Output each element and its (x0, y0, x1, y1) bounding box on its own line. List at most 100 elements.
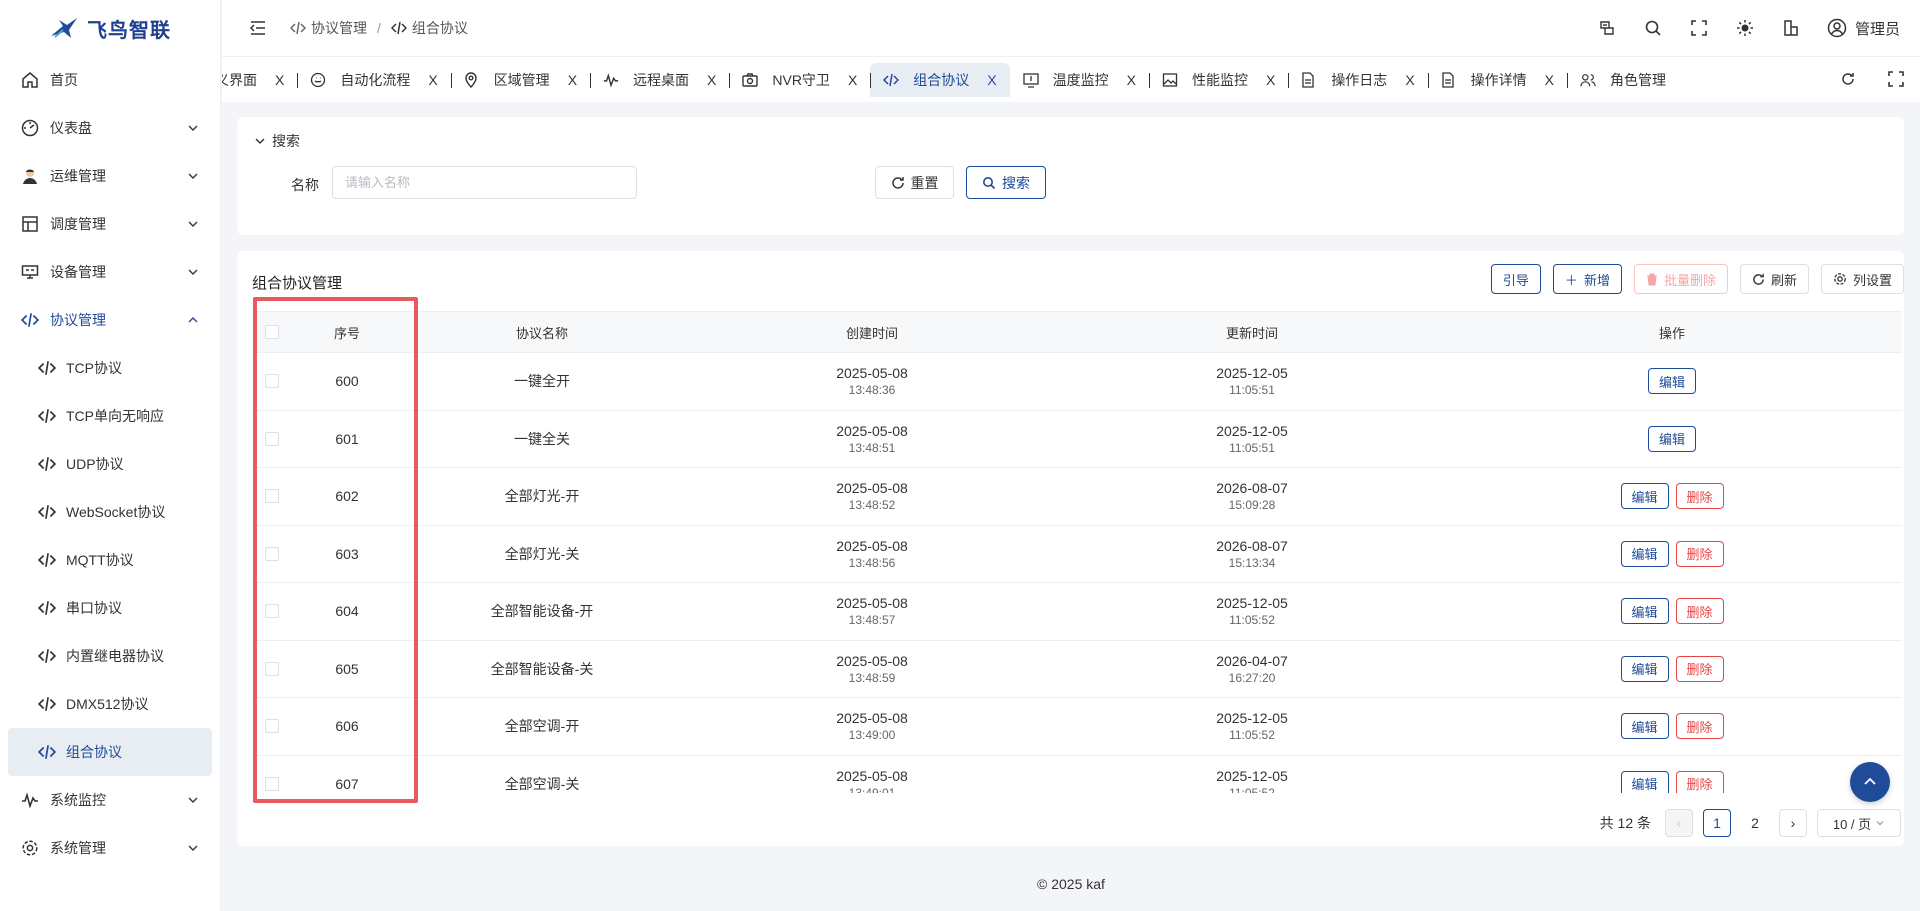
edit-button[interactable]: 编辑 (1620, 540, 1669, 567)
reset-button[interactable]: 重置 (875, 166, 954, 199)
delete-button[interactable]: 删除 (1675, 713, 1724, 740)
updated-cell: 2026-04-07 16:27:20 (1062, 652, 1442, 686)
add-button[interactable]: ＋ 新增 (1552, 264, 1622, 294)
tab-6[interactable]: 组合协议 X (870, 63, 1010, 97)
collapse-sidebar-icon[interactable] (248, 18, 268, 38)
search-button[interactable]: 搜索 (966, 166, 1046, 199)
row-checkbox[interactable] (265, 661, 279, 676)
page-2-button[interactable]: 2 (1741, 809, 1769, 837)
search-panel: 搜索 名称 重置 搜索 (237, 117, 1904, 235)
edit-button[interactable]: 编辑 (1620, 598, 1669, 625)
tab-close-icon[interactable]: X (1127, 72, 1136, 88)
row-checkbox[interactable] (265, 604, 279, 619)
sidebar-subitem-7[interactable]: 内置继电器协议 (8, 632, 212, 680)
app-logo[interactable]: 飞鸟智联 (0, 0, 220, 56)
user-menu[interactable]: 管理员 (1827, 18, 1900, 39)
tab-8[interactable]: 性能监控 X (1148, 63, 1288, 97)
search-icon[interactable] (1643, 18, 1663, 38)
column-settings-button[interactable]: 列设置 (1820, 264, 1904, 294)
page-size-value: 10 / 页 (1832, 816, 1872, 832)
batch-delete-button[interactable]: 批量删除 (1633, 264, 1728, 294)
refresh-tab-icon[interactable] (1840, 71, 1856, 90)
row-checkbox[interactable] (265, 431, 279, 446)
delete-button[interactable]: 删除 (1675, 770, 1724, 793)
sidebar-item-label: 调度管理 (50, 216, 106, 232)
fullscreen-icon[interactable] (1689, 18, 1709, 38)
sidebar-item-3[interactable]: 运维管理 (8, 152, 212, 200)
tab-11[interactable]: 角色管理 (1567, 63, 1697, 97)
tab-close-icon[interactable]: X (568, 72, 577, 88)
sidebar-subitem-6[interactable]: 串口协议 (8, 584, 212, 632)
theme-sun-icon[interactable] (1735, 18, 1755, 38)
delete-button[interactable]: 删除 (1675, 483, 1724, 510)
page-size-select[interactable]: 10 / 页 (1817, 809, 1901, 837)
batch-delete-button-label: 批量删除 (1663, 272, 1716, 288)
translate-icon[interactable] (1597, 18, 1617, 38)
tab-label: 区域管理 (493, 72, 550, 88)
row-checkbox[interactable] (265, 546, 279, 561)
breadcrumb-item-protocol-management[interactable]: 协议管理 (290, 18, 367, 38)
sidebar-subitem-8[interactable]: DMX512协议 (8, 680, 212, 728)
select-all-checkbox[interactable] (265, 325, 279, 339)
created-time: 13:48:51 (848, 440, 896, 455)
guide-button[interactable]: 引导 (1490, 264, 1541, 294)
tab-5[interactable]: NVR守卫 X (729, 63, 870, 97)
back-to-top-button[interactable] (1850, 762, 1890, 802)
tab-close-icon[interactable]: X (428, 72, 437, 88)
tab-2[interactable]: 自动化流程 X (297, 63, 450, 97)
name-search-input[interactable] (332, 166, 637, 199)
tab-close-icon[interactable]: X (1266, 72, 1275, 88)
sidebar-item-1[interactable]: 首页 (8, 56, 212, 104)
edit-button[interactable]: 编辑 (1620, 483, 1669, 510)
sidebar-subitem-3[interactable]: UDP协议 (8, 440, 212, 488)
table-row: 600 一键全开 2025-05-08 13:48:36 2025-12-05 11:05… (252, 353, 1902, 411)
delete-button[interactable]: 删除 (1675, 655, 1724, 682)
row-checkbox[interactable] (265, 776, 279, 791)
updated-cell: 2025-12-05 11:05:52 (1062, 709, 1442, 743)
tab-close-icon[interactable]: X (1405, 72, 1414, 88)
tab-label: 性能监控 (1191, 72, 1248, 88)
delete-button[interactable]: 删除 (1675, 540, 1724, 567)
maximize-tab-icon[interactable] (1888, 70, 1904, 90)
sidebar-subitem-5[interactable]: MQTT协议 (8, 536, 212, 584)
sidebar-item-5[interactable]: 设备管理 (8, 248, 212, 296)
chevron-down-icon (186, 265, 200, 279)
tab-3[interactable]: 区域管理 X (450, 63, 590, 97)
next-page-button[interactable]: › (1779, 809, 1807, 837)
sidebar-item-7[interactable]: 系统监控 (8, 776, 212, 824)
tab-9[interactable]: 操作日志 X (1288, 63, 1427, 97)
sidebar-subitem-2[interactable]: TCP单向无响应 (8, 392, 212, 440)
prev-page-button[interactable]: ‹ (1665, 809, 1693, 837)
tab-close-icon[interactable]: X (275, 72, 284, 88)
sidebar-item-4[interactable]: 调度管理 (8, 200, 212, 248)
delete-button[interactable]: 删除 (1675, 598, 1724, 625)
edit-button[interactable]: 编辑 (1620, 655, 1669, 682)
breadcrumb-item-combined-protocol: 组合协议 (390, 18, 468, 38)
sidebar-subitem-9[interactable]: 组合协议 (8, 728, 212, 776)
tab-4[interactable]: 远程桌面 X (590, 63, 729, 97)
sidebar-subitem-1[interactable]: TCP协议 (8, 344, 212, 392)
tab-close-icon[interactable]: X (1545, 72, 1554, 88)
sidebar-item-6[interactable]: 协议管理 (8, 296, 212, 344)
layout-icon[interactable] (1781, 18, 1801, 38)
edit-button[interactable]: 编辑 (1648, 425, 1696, 452)
row-checkbox[interactable] (265, 489, 279, 504)
edit-button[interactable]: 编辑 (1620, 713, 1669, 740)
row-checkbox[interactable] (265, 719, 279, 734)
edit-button[interactable]: 编辑 (1620, 770, 1669, 793)
edit-button[interactable]: 编辑 (1648, 368, 1696, 395)
sidebar-item-2[interactable]: 仪表盘 (8, 104, 212, 152)
row-checkbox[interactable] (265, 374, 279, 389)
tab-close-icon[interactable]: X (707, 72, 716, 88)
refresh-button[interactable]: 刷新 (1739, 264, 1809, 294)
tab-10[interactable]: 操作详情 X (1427, 63, 1567, 97)
table-viewport[interactable]: 组合协议管理 引导 ＋ 新增 批量删除 刷新 列设置 序号 协议名称 创建时间 … (237, 251, 1904, 793)
tab-close-icon[interactable]: X (848, 72, 857, 88)
sidebar-subitem-4[interactable]: WebSocket协议 (8, 488, 212, 536)
tab-1[interactable]: 定义界面 X (222, 63, 297, 97)
search-collapse-toggle[interactable]: 搜索 (254, 131, 300, 151)
page-1-button[interactable]: 1 (1703, 809, 1731, 837)
tab-7[interactable]: 温度监控 X (1010, 63, 1149, 97)
sidebar-item-8[interactable]: 系统管理 (8, 824, 212, 872)
tab-close-icon[interactable]: X (987, 72, 996, 88)
